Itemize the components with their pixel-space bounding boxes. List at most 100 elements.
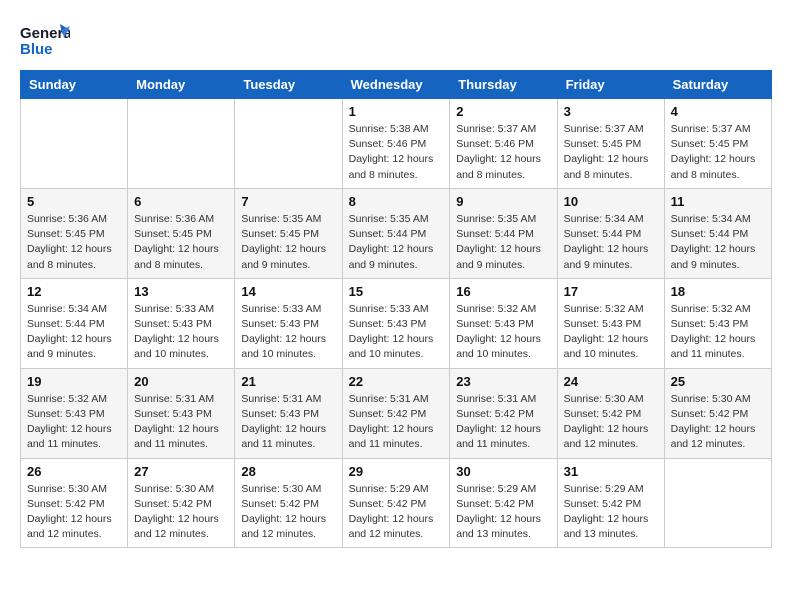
weekday-header: Wednesday: [342, 71, 450, 99]
cell-info: Sunrise: 5:36 AMSunset: 5:45 PMDaylight:…: [134, 212, 228, 273]
cell-info: Sunrise: 5:35 AMSunset: 5:44 PMDaylight:…: [349, 212, 444, 273]
day-number: 2: [456, 104, 550, 119]
day-number: 22: [349, 374, 444, 389]
cell-info: Sunrise: 5:30 AMSunset: 5:42 PMDaylight:…: [27, 482, 121, 543]
day-number: 14: [241, 284, 335, 299]
cell-info: Sunrise: 5:32 AMSunset: 5:43 PMDaylight:…: [671, 302, 765, 363]
calendar-cell: [21, 99, 128, 189]
calendar-week-row: 1Sunrise: 5:38 AMSunset: 5:46 PMDaylight…: [21, 99, 772, 189]
weekday-header: Tuesday: [235, 71, 342, 99]
calendar-cell: 12 Sunrise: 5:34 AMSunset: 5:44 PMDayligh…: [21, 278, 128, 368]
calendar-cell: 24 Sunrise: 5:30 AMSunset: 5:42 PMDayligh…: [557, 368, 664, 458]
calendar-cell: 8 Sunrise: 5:35 AMSunset: 5:44 PMDaylight…: [342, 188, 450, 278]
day-number: 24: [564, 374, 658, 389]
calendar-cell: 22 Sunrise: 5:31 AMSunset: 5:42 PMDayligh…: [342, 368, 450, 458]
cell-info: Sunrise: 5:37 AMSunset: 5:45 PMDaylight:…: [564, 122, 658, 183]
day-number: 11: [671, 194, 765, 209]
calendar-week-row: 26 Sunrise: 5:30 AMSunset: 5:42 PMDayligh…: [21, 458, 772, 548]
calendar-week-row: 19 Sunrise: 5:32 AMSunset: 5:43 PMDayligh…: [21, 368, 772, 458]
cell-info: Sunrise: 5:35 AMSunset: 5:45 PMDaylight:…: [241, 212, 335, 273]
calendar: SundayMondayTuesdayWednesdayThursdayFrid…: [20, 70, 772, 548]
day-number: 6: [134, 194, 228, 209]
calendar-cell: 5Sunrise: 5:36 AMSunset: 5:45 PMDaylight…: [21, 188, 128, 278]
cell-info: Sunrise: 5:30 AMSunset: 5:42 PMDaylight:…: [564, 392, 658, 453]
day-number: 12: [27, 284, 121, 299]
day-number: 1: [349, 104, 444, 119]
calendar-cell: 2 Sunrise: 5:37 AMSunset: 5:46 PMDaylight…: [450, 99, 557, 189]
logo-bird-icon: General Blue: [20, 20, 70, 60]
cell-info: Sunrise: 5:31 AMSunset: 5:42 PMDaylight:…: [349, 392, 444, 453]
cell-info: Sunrise: 5:35 AMSunset: 5:44 PMDaylight:…: [456, 212, 550, 273]
calendar-cell: 31Sunrise: 5:29 AMSunset: 5:42 PMDayligh…: [557, 458, 664, 548]
cell-info: Sunrise: 5:33 AMSunset: 5:43 PMDaylight:…: [349, 302, 444, 363]
day-number: 26: [27, 464, 121, 479]
header: General Blue: [20, 20, 772, 60]
calendar-cell: 7Sunrise: 5:35 AMSunset: 5:45 PMDaylight…: [235, 188, 342, 278]
calendar-cell: 4Sunrise: 5:37 AMSunset: 5:45 PMDaylight…: [664, 99, 771, 189]
calendar-cell: 21 Sunrise: 5:31 AMSunset: 5:43 PMDayligh…: [235, 368, 342, 458]
cell-info: Sunrise: 5:31 AMSunset: 5:42 PMDaylight:…: [456, 392, 550, 453]
cell-info: Sunrise: 5:36 AMSunset: 5:45 PMDaylight:…: [27, 212, 121, 273]
cell-info: Sunrise: 5:34 AMSunset: 5:44 PMDaylight:…: [27, 302, 121, 363]
day-number: 18: [671, 284, 765, 299]
calendar-cell: 14 Sunrise: 5:33 AMSunset: 5:43 PMDayligh…: [235, 278, 342, 368]
calendar-cell: 23 Sunrise: 5:31 AMSunset: 5:42 PMDayligh…: [450, 368, 557, 458]
weekday-header: Monday: [128, 71, 235, 99]
weekday-header-row: SundayMondayTuesdayWednesdayThursdayFrid…: [21, 71, 772, 99]
calendar-cell: 6 Sunrise: 5:36 AMSunset: 5:45 PMDaylight…: [128, 188, 235, 278]
calendar-cell: 28 Sunrise: 5:30 AMSunset: 5:42 PMDayligh…: [235, 458, 342, 548]
calendar-cell: 27 Sunrise: 5:30 AMSunset: 5:42 PMDayligh…: [128, 458, 235, 548]
calendar-cell: 26 Sunrise: 5:30 AMSunset: 5:42 PMDayligh…: [21, 458, 128, 548]
calendar-cell: [235, 99, 342, 189]
cell-info: Sunrise: 5:30 AMSunset: 5:42 PMDaylight:…: [241, 482, 335, 543]
calendar-header: SundayMondayTuesdayWednesdayThursdayFrid…: [21, 71, 772, 99]
day-number: 10: [564, 194, 658, 209]
cell-info: Sunrise: 5:33 AMSunset: 5:43 PMDaylight:…: [241, 302, 335, 363]
svg-text:Blue: Blue: [20, 41, 53, 58]
day-number: 19: [27, 374, 121, 389]
day-number: 21: [241, 374, 335, 389]
calendar-cell: 13Sunrise: 5:33 AMSunset: 5:43 PMDayligh…: [128, 278, 235, 368]
day-number: 15: [349, 284, 444, 299]
cell-info: Sunrise: 5:31 AMSunset: 5:43 PMDaylight:…: [134, 392, 228, 453]
day-number: 20: [134, 374, 228, 389]
day-number: 9: [456, 194, 550, 209]
calendar-cell: 20 Sunrise: 5:31 AMSunset: 5:43 PMDayligh…: [128, 368, 235, 458]
day-number: 27: [134, 464, 228, 479]
day-number: 17: [564, 284, 658, 299]
cell-info: Sunrise: 5:37 AMSunset: 5:45 PMDaylight:…: [671, 122, 765, 183]
day-number: 31: [564, 464, 658, 479]
day-number: 8: [349, 194, 444, 209]
calendar-cell: 16Sunrise: 5:32 AMSunset: 5:43 PMDayligh…: [450, 278, 557, 368]
calendar-cell: 1Sunrise: 5:38 AMSunset: 5:46 PMDaylight…: [342, 99, 450, 189]
day-number: 3: [564, 104, 658, 119]
cell-info: Sunrise: 5:30 AMSunset: 5:42 PMDaylight:…: [134, 482, 228, 543]
calendar-cell: 30 Sunrise: 5:29 AMSunset: 5:42 PMDayligh…: [450, 458, 557, 548]
day-number: 28: [241, 464, 335, 479]
weekday-header: Friday: [557, 71, 664, 99]
calendar-week-row: 12 Sunrise: 5:34 AMSunset: 5:44 PMDayligh…: [21, 278, 772, 368]
calendar-cell: 15 Sunrise: 5:33 AMSunset: 5:43 PMDayligh…: [342, 278, 450, 368]
weekday-header: Sunday: [21, 71, 128, 99]
cell-info: Sunrise: 5:29 AMSunset: 5:42 PMDaylight:…: [456, 482, 550, 543]
cell-info: Sunrise: 5:30 AMSunset: 5:42 PMDaylight:…: [671, 392, 765, 453]
cell-info: Sunrise: 5:32 AMSunset: 5:43 PMDaylight:…: [27, 392, 121, 453]
cell-info: Sunrise: 5:34 AMSunset: 5:44 PMDaylight:…: [564, 212, 658, 273]
day-number: 30: [456, 464, 550, 479]
calendar-cell: 3 Sunrise: 5:37 AMSunset: 5:45 PMDaylight…: [557, 99, 664, 189]
cell-info: Sunrise: 5:34 AMSunset: 5:44 PMDaylight:…: [671, 212, 765, 273]
cell-info: Sunrise: 5:37 AMSunset: 5:46 PMDaylight:…: [456, 122, 550, 183]
calendar-cell: 29Sunrise: 5:29 AMSunset: 5:42 PMDayligh…: [342, 458, 450, 548]
logo: General Blue: [20, 20, 70, 60]
day-number: 23: [456, 374, 550, 389]
day-number: 29: [349, 464, 444, 479]
calendar-cell: 11 Sunrise: 5:34 AMSunset: 5:44 PMDayligh…: [664, 188, 771, 278]
cell-info: Sunrise: 5:31 AMSunset: 5:43 PMDaylight:…: [241, 392, 335, 453]
calendar-cell: 9 Sunrise: 5:35 AMSunset: 5:44 PMDaylight…: [450, 188, 557, 278]
calendar-week-row: 5Sunrise: 5:36 AMSunset: 5:45 PMDaylight…: [21, 188, 772, 278]
calendar-cell: 10 Sunrise: 5:34 AMSunset: 5:44 PMDayligh…: [557, 188, 664, 278]
day-number: 25: [671, 374, 765, 389]
day-number: 16: [456, 284, 550, 299]
calendar-cell: [664, 458, 771, 548]
calendar-cell: 19 Sunrise: 5:32 AMSunset: 5:43 PMDayligh…: [21, 368, 128, 458]
